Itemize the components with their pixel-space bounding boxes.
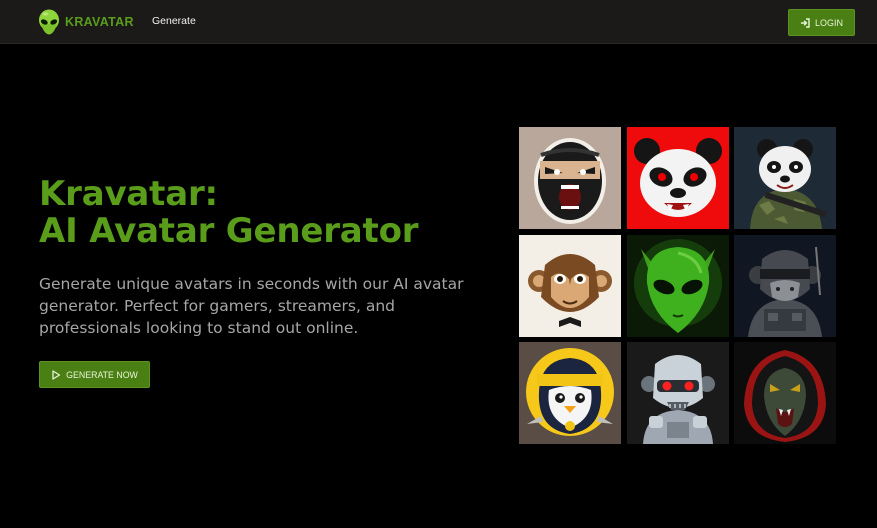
play-icon xyxy=(52,369,61,380)
avatar-tile-hooded-reptile xyxy=(734,342,836,444)
avatar-tile-penguin xyxy=(519,342,621,444)
avatar-tile-soldier-monkey xyxy=(734,234,836,337)
generate-now-label: GENERATE NOW xyxy=(66,369,138,380)
login-button-label: LOGIN xyxy=(814,17,843,28)
hero-title: Kravatar: AI Avatar Generator xyxy=(39,176,479,250)
ninja-avatar-icon xyxy=(519,127,621,229)
nav-link-generate[interactable]: Generate xyxy=(152,15,196,27)
monkey-avatar-icon xyxy=(519,234,621,337)
hero-title-line-1: Kravatar: xyxy=(39,174,218,214)
penguin-avatar-icon xyxy=(519,342,621,444)
avatar-gallery xyxy=(519,127,836,444)
hero-description: Generate unique avatars in seconds with … xyxy=(39,275,464,337)
panda-avatar-icon xyxy=(626,127,729,229)
avatar-tile-panda xyxy=(626,127,729,229)
generate-now-button[interactable]: GENERATE NOW xyxy=(39,361,150,388)
login-button[interactable]: LOGIN xyxy=(788,9,855,36)
avatar-tile-alien xyxy=(626,234,729,337)
avatar-tile-soldier-panda xyxy=(734,127,836,229)
brand-logo-link[interactable]: KRAVATAR xyxy=(38,9,134,35)
top-navbar: KRAVATAR Generate LOGIN xyxy=(0,0,877,44)
soldier-monkey-avatar-icon xyxy=(734,234,836,337)
avatar-tile-robot xyxy=(626,342,729,444)
avatar-tile-monkey xyxy=(519,234,621,337)
brand-name: KRAVATAR xyxy=(65,15,134,29)
avatar-tile-ninja xyxy=(519,127,621,229)
hero-title-line-2: AI Avatar Generator xyxy=(39,211,419,251)
login-icon xyxy=(800,17,810,28)
hooded-reptile-avatar-icon xyxy=(734,342,836,444)
alien-logo-icon xyxy=(39,9,59,35)
robot-avatar-icon xyxy=(626,342,729,444)
soldier-panda-avatar-icon xyxy=(734,127,836,229)
alien-avatar-icon xyxy=(626,234,729,337)
